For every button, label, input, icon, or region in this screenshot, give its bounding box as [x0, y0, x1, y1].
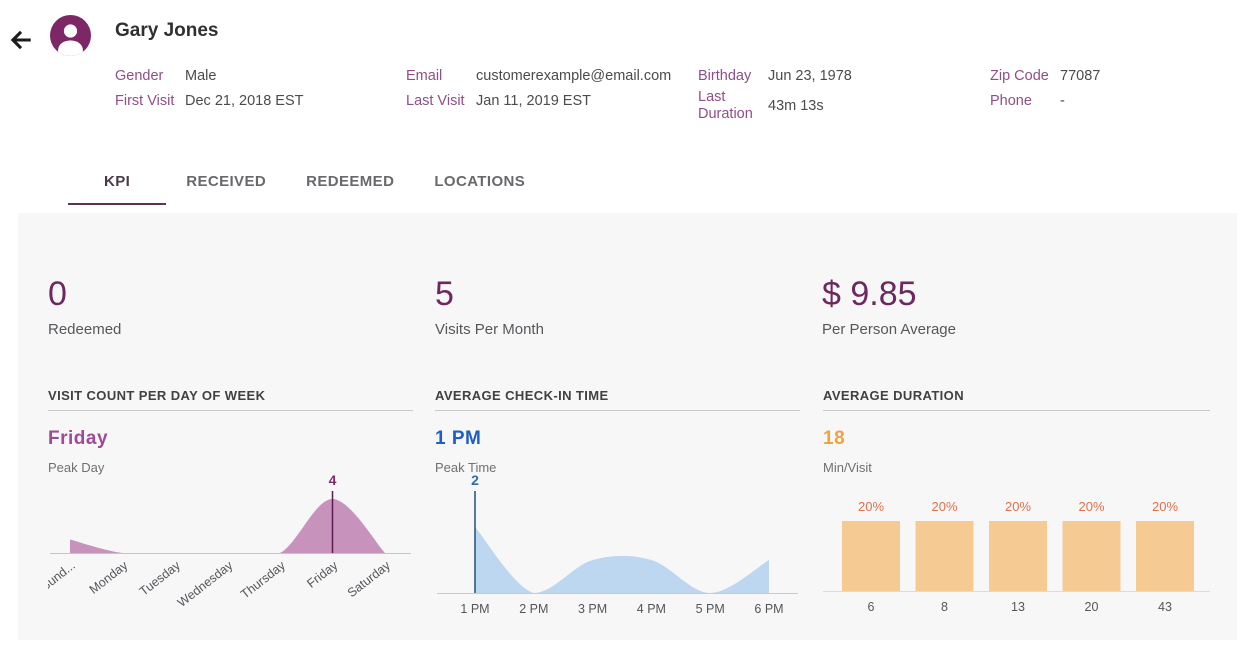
field-value: 77087 [1060, 68, 1100, 85]
svg-text:20%: 20% [1005, 499, 1031, 514]
field-value: 43m 13s [768, 98, 824, 115]
back-arrow-icon [8, 41, 34, 56]
tab-kpi[interactable]: KPI [68, 162, 166, 205]
svg-text:Monday: Monday [87, 558, 131, 597]
details-column-2: Email customerexample@email.com Last Vis… [406, 64, 698, 123]
stat-value: 0 [48, 275, 435, 313]
tab-locations[interactable]: LOCATIONS [414, 162, 545, 205]
svg-text:20%: 20% [1152, 499, 1178, 514]
divider [823, 410, 1210, 411]
svg-text:1 PM: 1 PM [460, 602, 489, 616]
chart-title: AVERAGE DURATION [823, 388, 1210, 403]
person-icon [50, 43, 91, 56]
back-button[interactable] [6, 26, 36, 56]
stat-label: Redeemed [48, 321, 435, 338]
stat-label: Visits Per Month [435, 321, 822, 338]
peak-day-value: Friday [48, 428, 413, 450]
svg-text:Tuesday: Tuesday [137, 558, 184, 599]
field-gender: Gender Male [115, 64, 406, 89]
visit-count-area-chart: 4 Sund... MondayTuesdayWednesdayThursday Fr… [48, 469, 413, 625]
peak-time-value: 1 PM [435, 428, 800, 450]
tab-redeemed[interactable]: REDEEMED [286, 162, 414, 205]
svg-text:20%: 20% [1078, 499, 1104, 514]
chart-title: VISIT COUNT PER DAY OF WEEK [48, 388, 413, 403]
field-email: Email customerexample@email.com [406, 64, 698, 89]
tab-received[interactable]: RECEIVED [166, 162, 286, 205]
chart-title: AVERAGE CHECK-IN TIME [435, 388, 800, 403]
svg-text:4 PM: 4 PM [637, 602, 666, 616]
stat-label: Per Person Average [822, 321, 1209, 338]
field-label: Last Visit [406, 93, 476, 110]
customer-profile-page: Gary Jones Gender Male First Visit Dec 2… [0, 0, 1255, 651]
details-column-4: Zip Code 77087 Phone - [990, 64, 1255, 123]
chart-visit-count-per-day: VISIT COUNT PER DAY OF WEEK Friday Peak … [48, 388, 413, 625]
field-value: customerexample@email.com [476, 68, 671, 85]
field-label: Email [406, 68, 476, 85]
field-birthday: Birthday Jun 23, 1978 [698, 64, 990, 89]
divider [48, 410, 413, 411]
field-value: Male [185, 68, 216, 85]
field-first-visit: First Visit Dec 21, 2018 EST [115, 89, 406, 114]
field-last-duration: Last Duration 43m 13s [698, 89, 990, 123]
svg-text:Saturday: Saturday [345, 558, 394, 600]
field-value: Jan 11, 2019 EST [476, 93, 591, 110]
field-label: Birthday [698, 68, 768, 85]
svg-text:43: 43 [1158, 600, 1172, 614]
svg-text:Sund...: Sund... [48, 558, 78, 593]
field-label: Phone [990, 93, 1060, 110]
svg-text:Wednesday: Wednesday [175, 558, 236, 610]
field-label: Gender [115, 68, 185, 85]
field-last-visit: Last Visit Jan 11, 2019 EST [406, 89, 698, 114]
field-label: First Visit [115, 93, 185, 110]
svg-text:Thursday: Thursday [238, 558, 288, 602]
details-column-1: Gender Male First Visit Dec 21, 2018 EST [115, 64, 406, 123]
chart-average-checkin-time: AVERAGE CHECK-IN TIME 1 PM Peak Time 21 … [435, 388, 800, 625]
min-per-visit-value: 18 [823, 428, 1210, 450]
stats-row: 0 Redeemed 5 Visits Per Month $ 9.85 Per… [48, 275, 1237, 338]
charts-row: VISIT COUNT PER DAY OF WEEK Friday Peak … [48, 388, 1237, 625]
svg-text:2 PM: 2 PM [519, 602, 548, 616]
stat-visits-per-month: 5 Visits Per Month [435, 275, 822, 338]
kpi-panel: 0 Redeemed 5 Visits Per Month $ 9.85 Per… [18, 213, 1237, 640]
customer-details: Gender Male First Visit Dec 21, 2018 EST… [115, 64, 1255, 123]
svg-text:2: 2 [471, 472, 479, 488]
stat-per-person-average: $ 9.85 Per Person Average [822, 275, 1209, 338]
stat-redeemed: 0 Redeemed [48, 275, 435, 338]
svg-text:20%: 20% [858, 499, 884, 514]
field-value: Dec 21, 2018 EST [185, 93, 304, 110]
customer-name: Gary Jones [115, 20, 219, 42]
duration-bar-chart: 20% 6 20% 8 20% 13 20% 20 20% 43 [823, 469, 1210, 625]
svg-text:3 PM: 3 PM [578, 602, 607, 616]
field-value: - [1060, 93, 1065, 110]
checkin-time-area-chart: 2 1 PM 2 PM 3 PM 4 PM 5 PM 6 PM [435, 469, 800, 625]
svg-text:6: 6 [868, 600, 875, 614]
field-label: Last Duration [698, 89, 768, 123]
svg-text:6 PM: 6 PM [754, 602, 783, 616]
field-value: Jun 23, 1978 [768, 68, 852, 85]
avatar [50, 15, 91, 56]
svg-text:13: 13 [1011, 600, 1025, 614]
stat-value: 5 [435, 275, 822, 313]
divider [435, 410, 800, 411]
svg-text:5 PM: 5 PM [696, 602, 725, 616]
details-column-3: Birthday Jun 23, 1978 Last Duration 43m … [698, 64, 990, 123]
field-label: Zip Code [990, 68, 1060, 85]
field-zip-code: Zip Code 77087 [990, 64, 1255, 89]
svg-text:20%: 20% [931, 499, 957, 514]
tab-bar: KPI RECEIVED REDEEMED LOCATIONS [68, 162, 545, 205]
chart-average-duration: AVERAGE DURATION 18 Min/Visit 20%620%820… [823, 388, 1210, 625]
svg-text:Friday: Friday [304, 558, 341, 591]
svg-text:4: 4 [329, 472, 337, 488]
stat-value: $ 9.85 [822, 275, 1209, 313]
svg-text:8: 8 [941, 600, 948, 614]
svg-text:20: 20 [1085, 600, 1099, 614]
field-phone: Phone - [990, 89, 1255, 114]
